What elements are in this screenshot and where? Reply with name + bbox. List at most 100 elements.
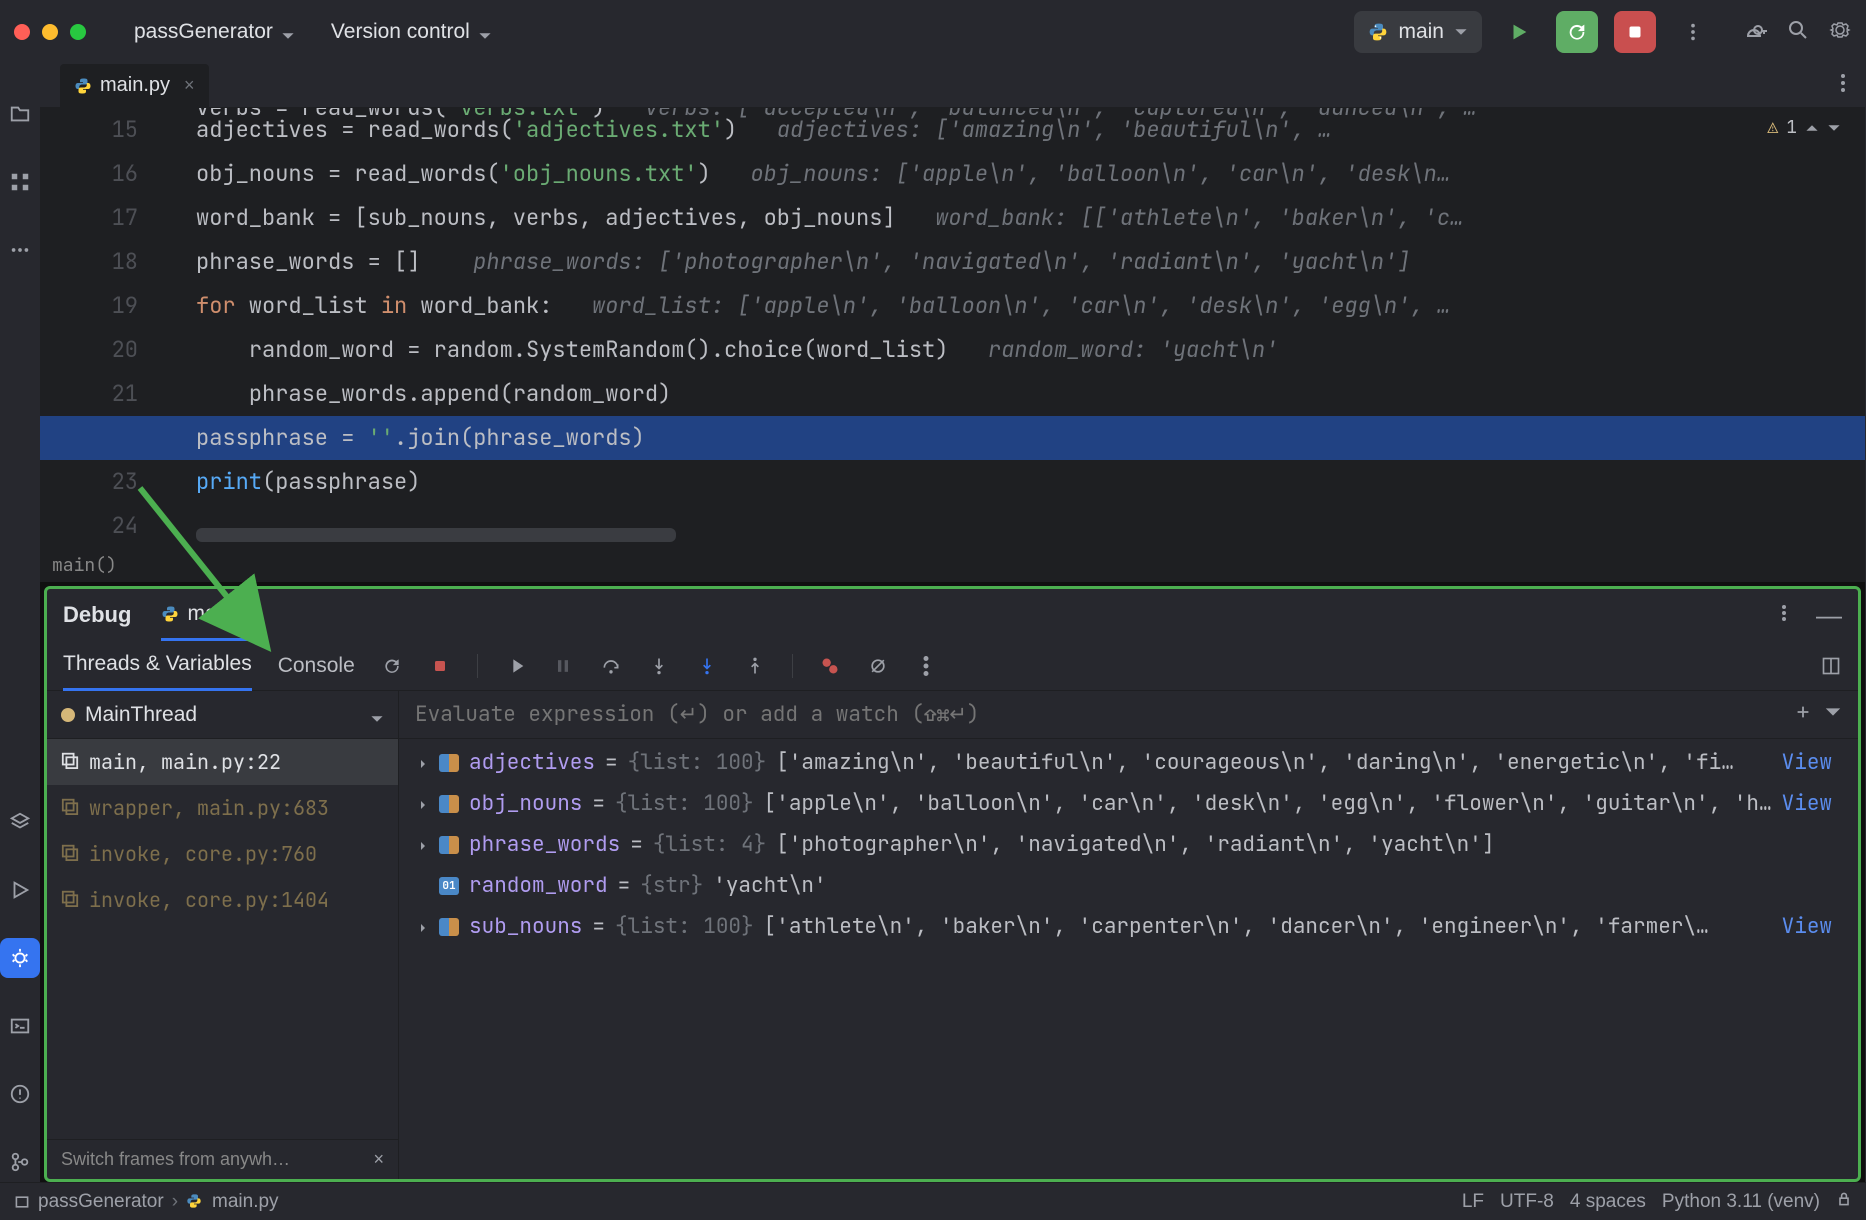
expand-toggle[interactable] (417, 831, 429, 858)
debug-more-button[interactable] (915, 655, 937, 677)
stop-button[interactable] (1614, 11, 1656, 53)
console-tab[interactable]: Console (278, 641, 355, 691)
terminal-tool-button[interactable] (0, 1006, 40, 1046)
var-type-icon (439, 754, 459, 772)
editor-horizontal-scrollbar[interactable] (196, 528, 676, 542)
window-controls[interactable] (14, 24, 86, 40)
vcs-label: Version control (331, 20, 470, 44)
frame-icon (61, 795, 79, 821)
debug-button[interactable] (1556, 11, 1598, 53)
rerun-debug-button[interactable] (381, 655, 403, 677)
threads-vars-tab[interactable]: Threads & Variables (63, 641, 252, 691)
step-out-button[interactable] (744, 655, 766, 677)
close-session-button[interactable]: × (247, 602, 259, 626)
code-with-me-icon[interactable] (1744, 18, 1768, 47)
expand-eval-button[interactable] (1824, 703, 1842, 726)
add-watch-button[interactable] (1794, 703, 1812, 726)
run-config-selector[interactable]: main (1354, 11, 1482, 53)
inspections-widget[interactable]: ⚠ 1 (1767, 116, 1841, 139)
variable-row[interactable]: sub_nouns = {list: 100} ['athlete\n', 'b… (417, 913, 1840, 940)
more-actions-button[interactable] (1672, 11, 1714, 53)
view-link[interactable]: View (1782, 749, 1832, 776)
indent-status[interactable]: 4 spaces (1570, 1191, 1646, 1213)
settings-icon[interactable] (1828, 18, 1852, 47)
editor-tab-main[interactable]: main.py × (60, 64, 209, 108)
breadcrumb-item[interactable]: main() (52, 554, 117, 577)
status-breadcrumb[interactable]: passGenerator › main.py (14, 1191, 279, 1213)
variable-value: ['athlete\n', 'baker\n', 'carpenter\n', … (764, 913, 1709, 940)
step-into-my-code-button[interactable] (696, 655, 718, 677)
chevron-down-icon (281, 25, 295, 39)
variable-type: {list: 100} (628, 749, 767, 776)
resume-button[interactable] (504, 655, 526, 677)
search-everywhere-icon[interactable] (1786, 18, 1810, 47)
editor-gutter[interactable]: 15161718192021222324 (40, 108, 160, 548)
variable-row[interactable]: obj_nouns = {list: 100} ['apple\n', 'bal… (417, 790, 1840, 817)
close-tab-button[interactable]: × (184, 75, 195, 96)
editor-tab-label: main.py (100, 74, 170, 97)
more-tools-button[interactable] (0, 230, 40, 270)
debug-tool-window: Debug main × — Threads & Variables Conso… (44, 586, 1861, 1182)
encoding-status[interactable]: UTF-8 (1500, 1191, 1554, 1213)
editor-breadcrumb[interactable]: main() (40, 548, 1865, 582)
stack-frame[interactable]: invoke, core.py:1404 (47, 877, 398, 923)
variable-row[interactable]: adjectives = {list: 100} ['amazing\n', '… (417, 749, 1840, 776)
frame-icon (61, 749, 79, 775)
minimize-panel-button[interactable]: — (1816, 600, 1842, 631)
thread-name: MainThread (85, 703, 197, 727)
mute-breakpoints-button[interactable] (867, 655, 889, 677)
editor-tab-menu[interactable] (1841, 74, 1845, 97)
layout-settings-button[interactable] (1820, 655, 1842, 677)
variable-row[interactable]: phrase_words = {list: 4} ['photographer\… (417, 831, 1840, 858)
chevron-down-icon (478, 25, 492, 39)
view-link[interactable]: View (1782, 790, 1832, 817)
expand-toggle[interactable] (417, 749, 429, 776)
thread-selector[interactable]: MainThread (47, 691, 398, 739)
prev-problem-icon[interactable] (1805, 121, 1819, 135)
dismiss-hint-button[interactable]: × (373, 1149, 384, 1170)
variable-value: 'yacht\n' (713, 872, 826, 899)
readonly-toggle[interactable] (1836, 1191, 1852, 1213)
line-separator-status[interactable]: LF (1462, 1191, 1484, 1213)
variable-type: {list: 100} (615, 913, 754, 940)
services-tool-button[interactable] (0, 802, 40, 842)
stack-frame[interactable]: invoke, core.py:760 (47, 831, 398, 877)
var-type-icon (439, 795, 459, 813)
view-breakpoints-button[interactable] (819, 655, 841, 677)
pause-button (552, 655, 574, 677)
interpreter-status[interactable]: Python 3.11 (venv) (1662, 1191, 1820, 1213)
stop-debug-button[interactable] (429, 655, 451, 677)
step-into-button[interactable] (648, 655, 670, 677)
expand-toggle[interactable] (417, 790, 429, 817)
stack-frame[interactable]: main, main.py:22 (47, 739, 398, 785)
run-button[interactable] (1498, 11, 1540, 53)
project-icon (14, 1194, 30, 1210)
debug-options-button[interactable] (1782, 605, 1786, 626)
project-tool-button[interactable] (0, 94, 40, 134)
variable-value: ['amazing\n', 'beautiful\n', 'courageous… (776, 749, 1734, 776)
view-link[interactable]: View (1782, 913, 1832, 940)
frames-list: main, main.py:22 wrapper, main.py:683 in… (47, 739, 398, 1139)
code-editor[interactable]: verbs = read_words('verbs.txt') verbs: [… (40, 108, 1865, 548)
debug-tool-button[interactable] (0, 938, 40, 978)
stack-frame[interactable]: wrapper, main.py:683 (47, 785, 398, 831)
step-over-button[interactable] (600, 655, 622, 677)
debug-session-tab[interactable]: main × (161, 589, 259, 641)
frame-icon (61, 887, 79, 913)
maximize-window-icon[interactable] (70, 24, 86, 40)
vcs-tool-button[interactable] (0, 1142, 40, 1182)
python-icon (161, 605, 179, 623)
evaluate-expression-input[interactable] (415, 701, 1782, 728)
variable-name: phrase_words (469, 831, 620, 858)
close-window-icon[interactable] (14, 24, 30, 40)
problems-tool-button[interactable] (0, 1074, 40, 1114)
vcs-selector[interactable]: Version control (321, 12, 502, 52)
project-selector[interactable]: passGenerator (124, 12, 305, 52)
structure-tool-button[interactable] (0, 162, 40, 202)
variable-row[interactable]: 01random_word = {str} 'yacht\n' (417, 872, 1840, 899)
run-tool-button[interactable] (0, 870, 40, 910)
minimize-window-icon[interactable] (42, 24, 58, 40)
expand-toggle[interactable] (417, 913, 429, 940)
var-type-icon: 01 (439, 877, 459, 895)
next-problem-icon[interactable] (1827, 121, 1841, 135)
